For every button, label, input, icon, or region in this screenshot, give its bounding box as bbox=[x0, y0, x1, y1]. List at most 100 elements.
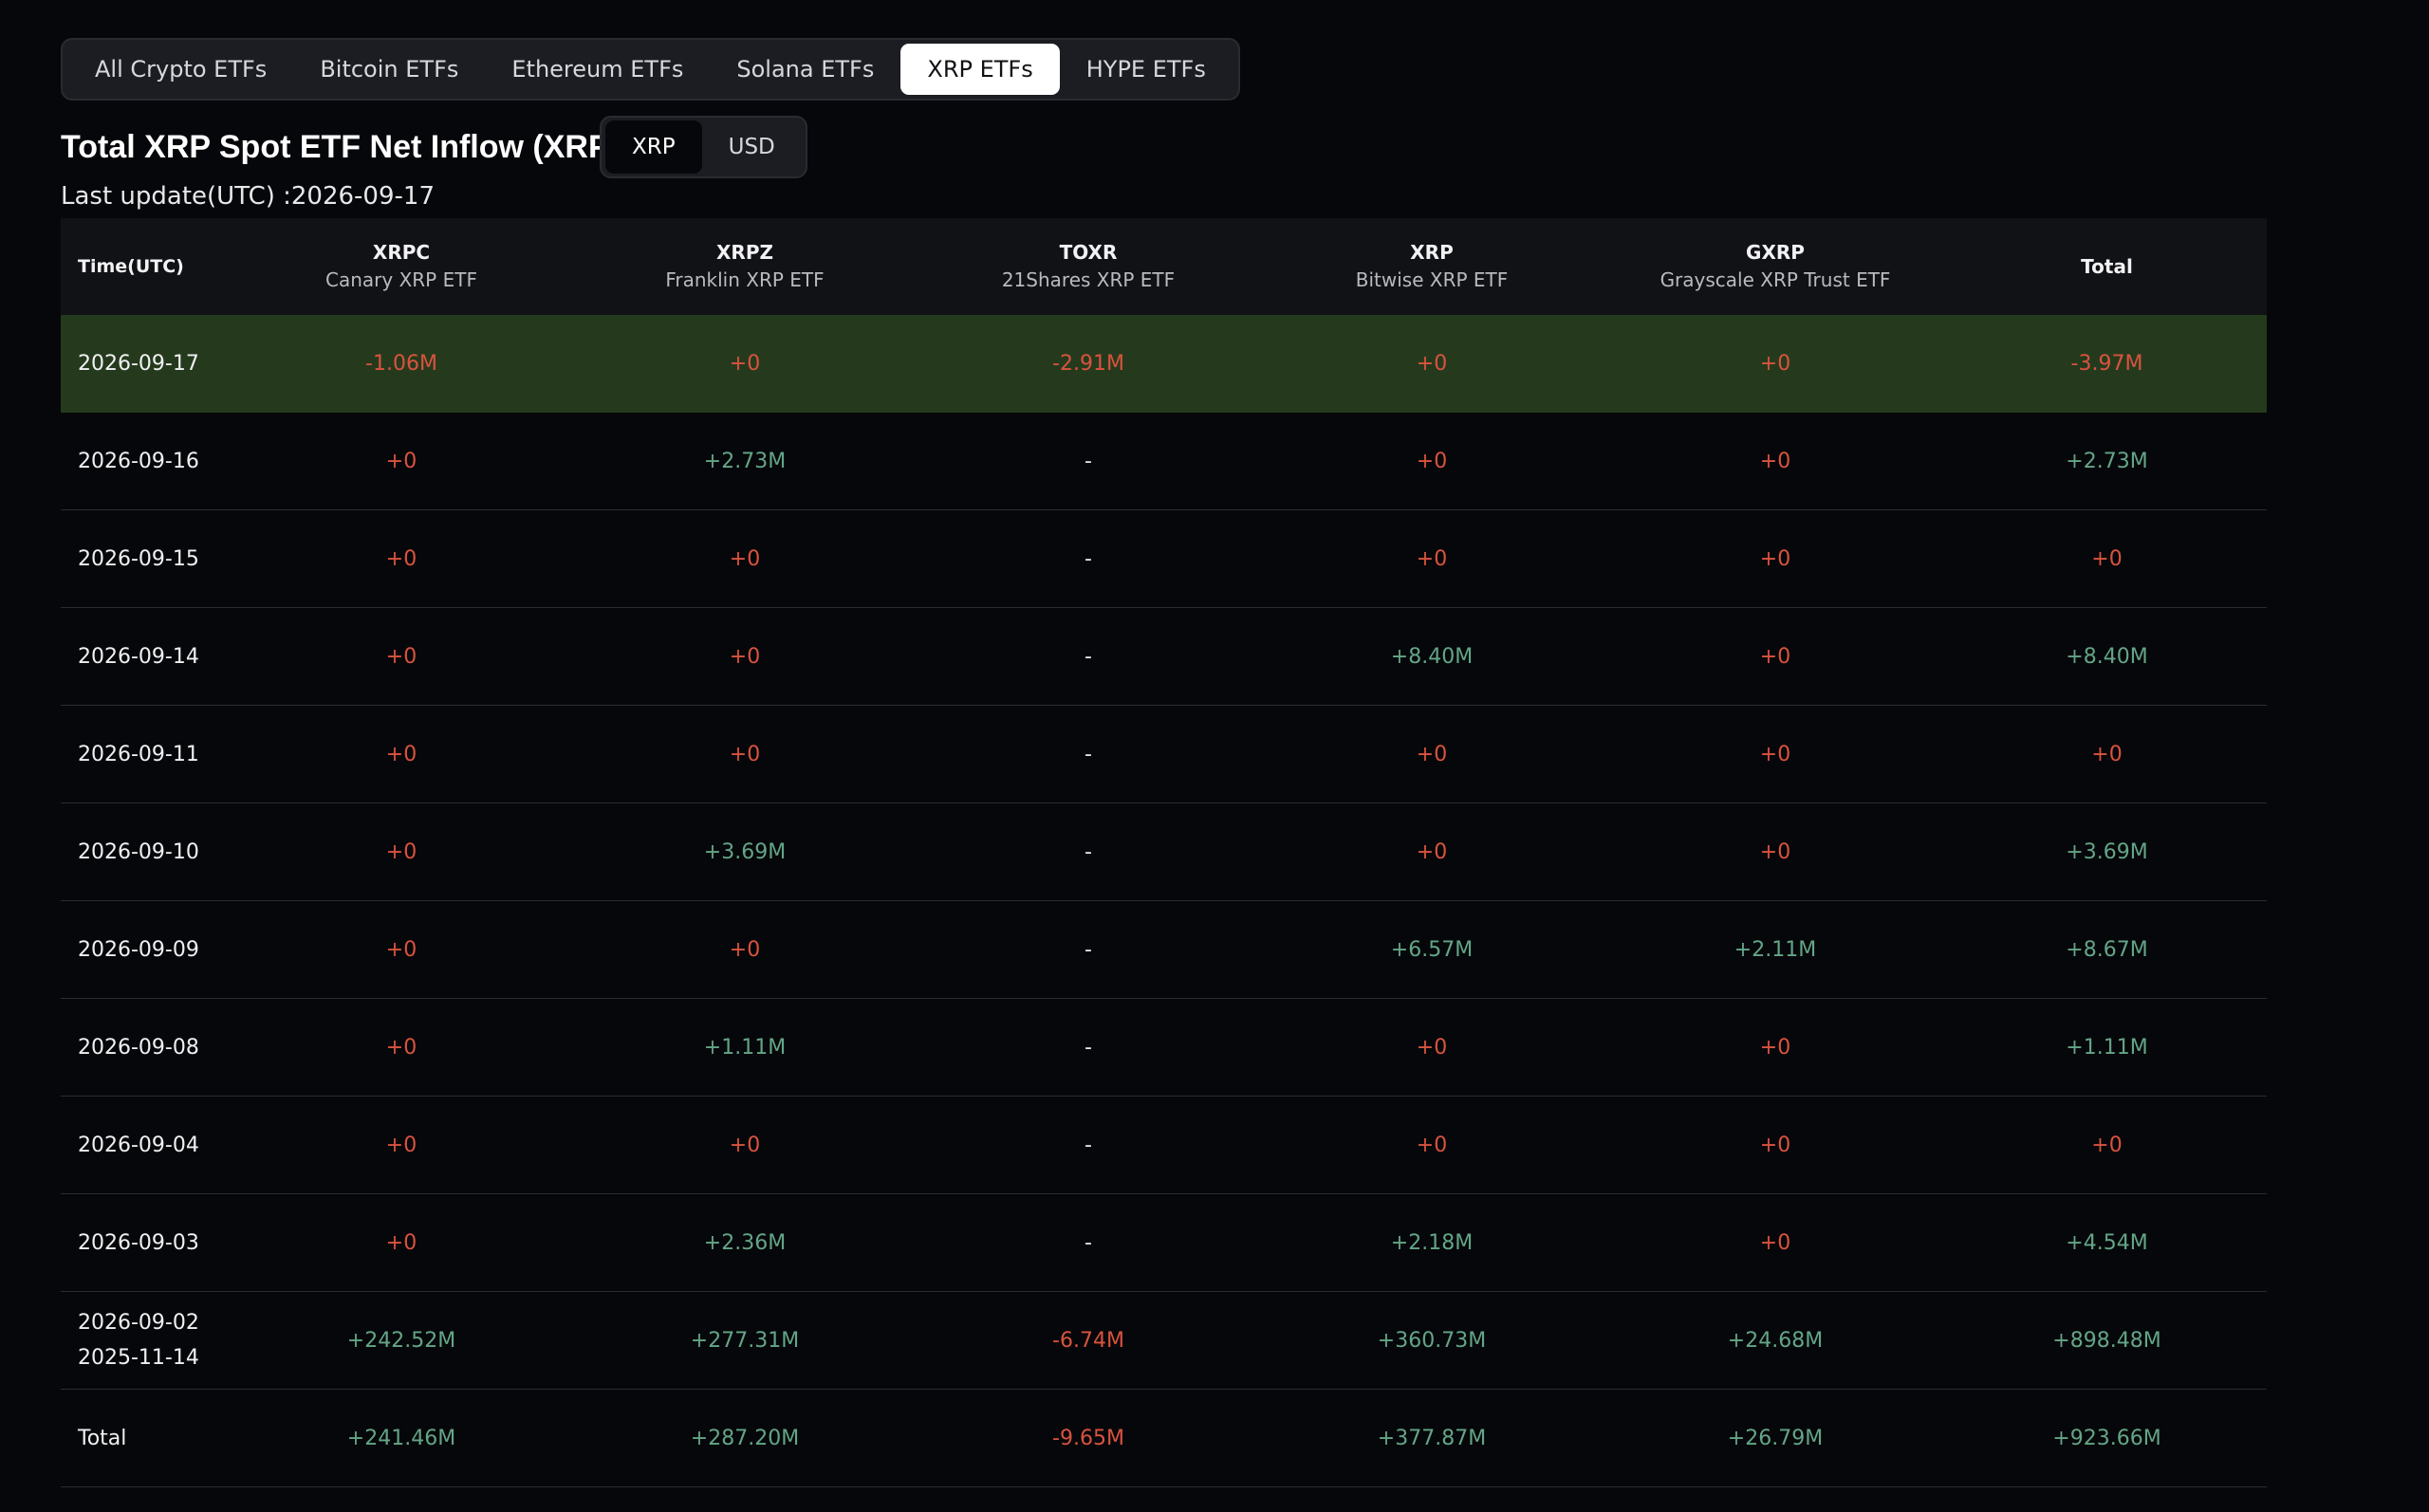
flow-value-cell: +241.46M bbox=[346, 1426, 456, 1450]
flow-value-cell: +0 bbox=[1416, 839, 1448, 864]
row-total-cell: +4.54M bbox=[2066, 1230, 2148, 1255]
flow-value-cell: +0 bbox=[729, 546, 761, 571]
flow-value-cell: +0 bbox=[385, 937, 417, 962]
flow-value-cell: +2.36M bbox=[703, 1230, 787, 1255]
row-total-cell: +2.73M bbox=[2066, 449, 2148, 473]
flow-value-cell: +377.87M bbox=[1377, 1426, 1487, 1450]
tab-ethereum-etfs[interactable]: Ethereum ETFs bbox=[485, 44, 710, 95]
table-row: 2026-09-02 2025-11-14 +242.52M +277.31M -6.7… bbox=[61, 1292, 2267, 1390]
flow-value-cell: +0 bbox=[1759, 1230, 1791, 1255]
etf-ticker: XRP bbox=[1410, 241, 1454, 264]
etf-column-header: GXRP Grayscale XRP Trust ETF bbox=[1604, 239, 1947, 294]
page-title: Total XRP Spot ETF Net Inflow (XRP) bbox=[61, 129, 621, 165]
flow-value-cell: +0 bbox=[385, 1230, 417, 1255]
flow-value-cell: +0 bbox=[385, 1133, 417, 1157]
etf-name: Grayscale XRP Trust ETF bbox=[1660, 268, 1891, 291]
flow-value-cell: - bbox=[1085, 937, 1092, 962]
etf-name: Franklin XRP ETF bbox=[665, 268, 825, 291]
flow-value-cell: +0 bbox=[1759, 546, 1791, 571]
etf-column-header: XRP Bitwise XRP ETF bbox=[1260, 239, 1604, 294]
flow-value-cell: +0 bbox=[1416, 742, 1448, 766]
flow-value-cell: +0 bbox=[729, 937, 761, 962]
table-row: 2026-09-04 +0 +0 - +0 +0 +0 bbox=[61, 1097, 2267, 1194]
flow-value-cell: +2.11M bbox=[1734, 937, 1817, 962]
flow-value-cell: +242.52M bbox=[346, 1328, 456, 1353]
flow-value-cell: +287.20M bbox=[690, 1426, 800, 1450]
flow-value-cell: - bbox=[1085, 839, 1092, 864]
flow-value-cell: -9.65M bbox=[1052, 1426, 1124, 1450]
date-cell: 2026-09-04 bbox=[78, 1133, 199, 1157]
flow-value-cell: +0 bbox=[1416, 449, 1448, 473]
tab-all-crypto-etfs[interactable]: All Crypto ETFs bbox=[68, 44, 293, 95]
flow-value-cell: -2.91M bbox=[1052, 352, 1124, 376]
flow-value-cell: +0 bbox=[1759, 352, 1791, 376]
flow-value-cell: +277.31M bbox=[690, 1328, 800, 1353]
tab-hype-etfs[interactable]: HYPE ETFs bbox=[1060, 44, 1233, 95]
flow-value-cell: +0 bbox=[385, 742, 417, 766]
flow-value-cell: +0 bbox=[385, 449, 417, 473]
date-cell: 2026-09-11 bbox=[78, 742, 199, 766]
flow-value-cell: +0 bbox=[1759, 449, 1791, 473]
total-column-header: Total bbox=[2081, 255, 2133, 278]
flow-value-cell: - bbox=[1085, 1133, 1092, 1157]
row-total-cell: +898.48M bbox=[2052, 1328, 2161, 1353]
etf-name: Canary XRP ETF bbox=[325, 268, 477, 291]
flow-value-cell: +0 bbox=[1416, 1035, 1448, 1060]
table-row: 2026-09-08 +0 +1.11M - +0 +0 +1.11M bbox=[61, 999, 2267, 1097]
tab-bitcoin-etfs[interactable]: Bitcoin ETFs bbox=[293, 44, 485, 95]
flow-value-cell: +0 bbox=[729, 352, 761, 376]
row-total-cell: +1.11M bbox=[2066, 1035, 2148, 1060]
table-row: 2026-09-14 +0 +0 - +8.40M +0 +8.40M bbox=[61, 608, 2267, 706]
row-total-cell: -3.97M bbox=[2070, 352, 2143, 376]
flow-value-cell: +2.73M bbox=[703, 449, 787, 473]
etf-column-header: XRPC Canary XRP ETF bbox=[230, 239, 573, 294]
row-total-cell: +8.67M bbox=[2066, 937, 2148, 962]
date-cell: 2026-09-08 bbox=[78, 1035, 199, 1060]
table-row: 2026-09-16 +0 +2.73M - +0 +0 +2.73M bbox=[61, 413, 2267, 510]
flow-value-cell: +26.79M bbox=[1727, 1426, 1824, 1450]
flow-value-cell: +0 bbox=[385, 1035, 417, 1060]
row-total-cell: +0 bbox=[2091, 742, 2123, 766]
date-cell: 2026-09-17 bbox=[78, 352, 199, 376]
row-total-cell: +8.40M bbox=[2066, 644, 2148, 669]
flow-value-cell: +0 bbox=[729, 742, 761, 766]
tab-solana-etfs[interactable]: Solana ETFs bbox=[710, 44, 900, 95]
etf-flow-page: All Crypto ETFs Bitcoin ETFs Ethereum ETFs… bbox=[0, 0, 2429, 1512]
table-row: 2026-09-17 -1.06M +0 -2.91M +0 +0 -3.97M bbox=[61, 315, 2267, 413]
etf-name: Bitwise XRP ETF bbox=[1355, 268, 1509, 291]
flow-value-cell: +2.18M bbox=[1390, 1230, 1474, 1255]
table-row: 2026-09-11 +0 +0 - +0 +0 +0 bbox=[61, 706, 2267, 803]
flow-value-cell: +0 bbox=[1416, 546, 1448, 571]
date-cell: 2026-09-10 bbox=[78, 839, 199, 864]
flow-value-cell: +0 bbox=[385, 839, 417, 864]
flow-value-cell: +1.11M bbox=[703, 1035, 787, 1060]
etf-name: 21Shares XRP ETF bbox=[1001, 268, 1176, 291]
table-row: 2026-09-09 +0 +0 - +6.57M +2.11M +8.67M bbox=[61, 901, 2267, 999]
time-column-header: Time(UTC) bbox=[78, 256, 184, 277]
row-total-cell: +0 bbox=[2091, 1133, 2123, 1157]
flow-value-cell: - bbox=[1085, 1035, 1092, 1060]
etf-column-header: XRPZ Franklin XRP ETF bbox=[573, 239, 917, 294]
table-total-row: Total +241.46M +287.20M -9.65M +377.87M +26.7… bbox=[61, 1390, 2267, 1487]
flow-value-cell: - bbox=[1085, 644, 1092, 669]
date-cell: Total bbox=[78, 1426, 127, 1450]
date-cell: 2026-09-02 2025-11-14 bbox=[78, 1311, 199, 1370]
flow-value-cell: +0 bbox=[1759, 1035, 1791, 1060]
etf-ticker: XRPZ bbox=[716, 241, 773, 264]
unit-option-xrp[interactable]: XRP bbox=[605, 120, 702, 174]
etf-ticker: XRPC bbox=[372, 241, 431, 264]
unit-option-usd[interactable]: USD bbox=[702, 120, 802, 174]
etf-ticker: TOXR bbox=[1059, 241, 1118, 264]
flow-value-cell: -1.06M bbox=[365, 352, 437, 376]
flow-value-cell: +0 bbox=[729, 644, 761, 669]
flow-value-cell: +3.69M bbox=[703, 839, 787, 864]
flow-value-cell: +0 bbox=[1416, 1133, 1448, 1157]
flow-value-cell: +0 bbox=[1759, 742, 1791, 766]
tab-xrp-etfs[interactable]: XRP ETFs bbox=[900, 44, 1060, 95]
date-cell: 2026-09-03 bbox=[78, 1230, 199, 1255]
flow-value-cell: +360.73M bbox=[1377, 1328, 1487, 1353]
row-total-cell: +923.66M bbox=[2052, 1426, 2161, 1450]
flow-value-cell: -6.74M bbox=[1052, 1328, 1124, 1353]
flow-value-cell: +0 bbox=[385, 546, 417, 571]
table-row: 2026-09-10 +0 +3.69M - +0 +0 +3.69M bbox=[61, 803, 2267, 901]
